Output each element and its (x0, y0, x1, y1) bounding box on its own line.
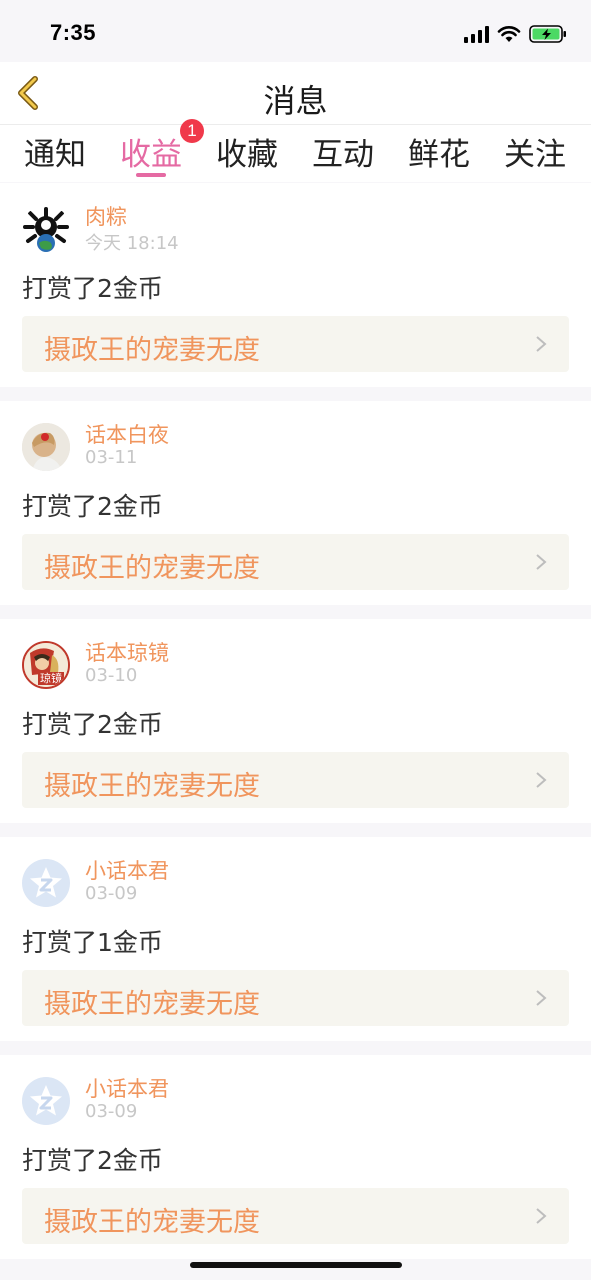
reward-message-card: 小话本君 03-09 打赏了2金币 摄政王的宠妻无度 (0, 1055, 591, 1259)
message-date: 03-09 (85, 883, 138, 904)
message-date: 03-11 (85, 447, 138, 468)
chevron-right-icon (536, 336, 547, 352)
user-name[interactable]: 话本琼镜 (85, 637, 169, 667)
illustrated-avatar-icon[interactable]: 琼镜 (22, 641, 70, 689)
user-name[interactable]: 小话本君 (85, 1073, 169, 1103)
reward-text: 打赏了2金币 (22, 492, 163, 521)
book-title: 摄政王的宠妻无度 (44, 335, 260, 366)
book-title: 摄政王的宠妻无度 (44, 989, 260, 1020)
chevron-right-icon (536, 1208, 547, 1224)
book-title: 摄政王的宠妻无度 (44, 771, 260, 802)
chevron-right-icon (536, 990, 547, 1006)
book-link[interactable]: 摄政王的宠妻无度 (22, 1188, 569, 1244)
cellular-signal-icon (464, 25, 489, 43)
status-bar: 7:35 (0, 0, 591, 62)
active-tab-indicator (136, 173, 166, 177)
book-title: 摄政王的宠妻无度 (44, 1207, 260, 1238)
message-date: 今天 18:14 (85, 233, 179, 254)
book-link[interactable]: 摄政王的宠妻无度 (22, 316, 569, 372)
home-indicator[interactable] (190, 1262, 402, 1268)
tab-favorites[interactable]: 收藏 (216, 129, 278, 174)
reward-message-card: 肉粽 今天 18:14 打赏了2金币 摄政王的宠妻无度 (0, 183, 591, 387)
book-title: 摄政王的宠妻无度 (44, 553, 260, 584)
tab-following[interactable]: 关注 (504, 129, 566, 174)
book-link[interactable]: 摄政王的宠妻无度 (22, 534, 569, 590)
reward-message-card: 琼镜 话本琼镜 03-10 打赏了2金币 摄政王的宠妻无度 (0, 619, 591, 823)
chevron-right-icon (536, 772, 547, 788)
reward-text: 打赏了2金币 (22, 274, 163, 303)
page-title: 消息 (263, 82, 328, 120)
reward-message-card: 小话本君 03-09 打赏了1金币 摄政王的宠妻无度 (0, 837, 591, 1041)
battery-charging-icon (529, 25, 566, 43)
wifi-icon (497, 26, 521, 42)
tab-notifications[interactable]: 通知 (24, 129, 86, 174)
reward-text: 打赏了1金币 (22, 928, 163, 957)
status-icons (464, 24, 567, 44)
book-link[interactable]: 摄政王的宠妻无度 (22, 970, 569, 1026)
photo-avatar-icon[interactable] (22, 423, 70, 471)
message-date: 03-10 (85, 665, 138, 686)
user-name[interactable]: 肉粽 (85, 201, 127, 231)
tab-earnings[interactable]: 收益 (120, 129, 182, 174)
dark-emblem-avatar-icon[interactable] (22, 205, 70, 253)
default-star-avatar-icon[interactable] (22, 859, 70, 907)
unread-badge: 1 (180, 119, 204, 143)
book-link[interactable]: 摄政王的宠妻无度 (22, 752, 569, 808)
user-name[interactable]: 小话本君 (85, 855, 169, 885)
tab-flowers[interactable]: 鲜花 (408, 129, 470, 174)
message-date: 03-09 (85, 1101, 138, 1122)
user-name[interactable]: 话本白夜 (85, 419, 169, 449)
navigation-bar: 消息 (0, 62, 591, 124)
reward-message-card: 话本白夜 03-11 打赏了2金币 摄政王的宠妻无度 (0, 401, 591, 605)
status-time: 7:35 (50, 20, 97, 45)
reward-text: 打赏了2金币 (22, 710, 163, 739)
default-star-avatar-icon[interactable] (22, 1077, 70, 1125)
avatar-tag: 琼镜 (38, 672, 64, 685)
chevron-right-icon (536, 554, 547, 570)
tab-interactions[interactable]: 互动 (312, 129, 374, 174)
tab-bar: 通知 收益 1 收藏 互动 鲜花 关注 (0, 119, 591, 182)
reward-text: 打赏了2金币 (22, 1146, 163, 1175)
